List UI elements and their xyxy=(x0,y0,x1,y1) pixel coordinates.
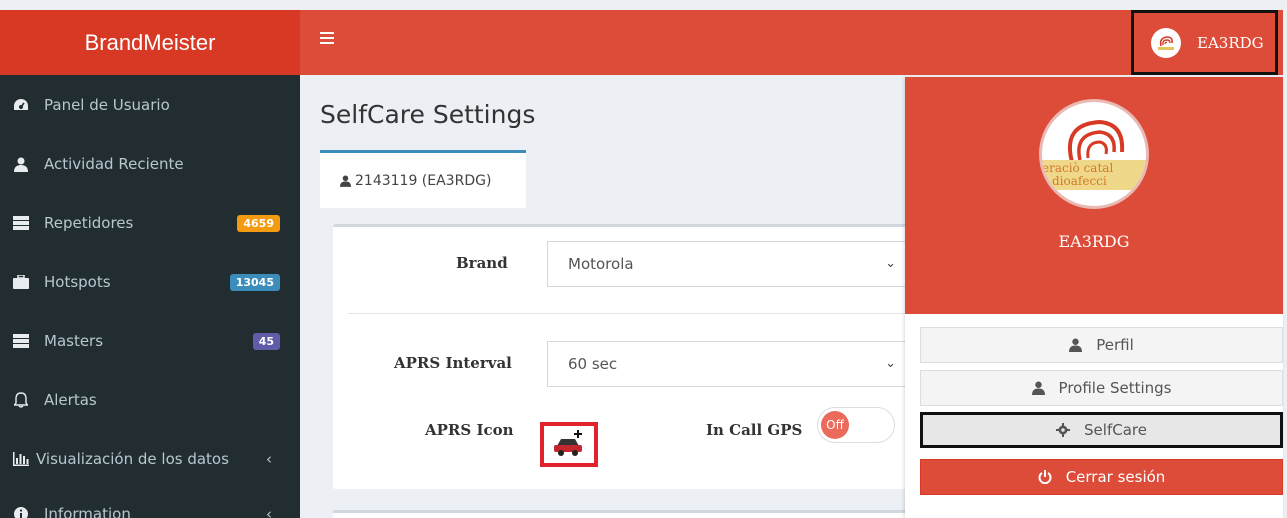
aprs-interval-label: APRS Interval xyxy=(394,354,512,372)
aprs-icon-picker[interactable] xyxy=(540,422,598,467)
car-icon xyxy=(551,428,587,462)
brand-label: Brand xyxy=(456,254,508,272)
sidebar-item-label: Repetidores xyxy=(44,214,134,232)
menu-label: Profile Settings xyxy=(1058,379,1172,397)
user-menu-toggle[interactable]: EA3RDG xyxy=(1131,10,1278,75)
brand-select[interactable]: Motorola ⌄ xyxy=(547,241,907,287)
power-icon xyxy=(1038,470,1052,484)
user-icon xyxy=(1031,381,1045,395)
aprs-interval-select[interactable]: 60 sec ⌄ xyxy=(547,341,907,387)
sidebar-item-alertas[interactable]: Alertas xyxy=(0,380,300,420)
sidebar-item-actividad-reciente[interactable]: Actividad Reciente xyxy=(0,144,300,184)
chevron-down-icon: ⌄ xyxy=(885,256,896,271)
info-icon xyxy=(12,506,30,518)
in-call-gps-label: In Call GPS xyxy=(706,421,803,439)
chevron-down-icon: ⌄ xyxy=(885,356,896,371)
bell-icon xyxy=(12,392,30,408)
dashboard-icon xyxy=(12,97,30,113)
sidebar-item-visualizacion[interactable]: Visualización de los datos ‹ xyxy=(0,439,300,479)
sidebar-item-label: Alertas xyxy=(44,391,97,409)
menu-label: Perfil xyxy=(1096,336,1134,354)
sidebar-item-label: Hotspots xyxy=(44,273,111,291)
gear-icon xyxy=(1056,423,1071,437)
count-badge: 4659 xyxy=(237,214,280,232)
brand-select-value: Motorola xyxy=(568,255,634,273)
sidebar-item-label: Visualización de los datos xyxy=(36,450,229,468)
chevron-left-icon: ‹ xyxy=(266,505,272,518)
logout-button[interactable]: Cerrar sesión xyxy=(920,459,1283,495)
chevron-left-icon: ‹ xyxy=(266,450,272,468)
in-call-gps-toggle[interactable]: Off xyxy=(817,407,895,443)
aprs-interval-value: 60 sec xyxy=(568,355,618,373)
tab-label: 2143119 (EA3RDG) xyxy=(355,172,492,189)
briefcase-icon xyxy=(12,274,30,290)
user-icon xyxy=(340,175,351,187)
tab-account[interactable]: 2143119 (EA3RDG) xyxy=(320,150,526,208)
server-icon xyxy=(12,333,30,349)
page-title: SelfCare Settings xyxy=(320,100,536,129)
user-icon xyxy=(12,156,30,172)
avatar xyxy=(1151,27,1181,58)
sidebar-item-repetidores[interactable]: Repetidores 4659 xyxy=(0,203,300,243)
avatar-text: dioafecci xyxy=(1052,174,1107,188)
sidebar-item-panel-usuario[interactable]: Panel de Usuario xyxy=(0,85,300,125)
user-icon xyxy=(1069,338,1083,352)
toggle-state: Off xyxy=(821,411,849,439)
top-navbar: EA3RDG xyxy=(300,10,1283,75)
count-badge: 45 xyxy=(252,332,280,350)
divider xyxy=(348,313,908,314)
sidebar-item-label: Actividad Reciente xyxy=(44,155,184,173)
avatar-large: eraciò catal dioafecci xyxy=(1039,99,1149,209)
menu-label: Cerrar sesión xyxy=(1065,468,1166,486)
sidebar-item-label: Information xyxy=(44,505,131,518)
hamburger-menu-icon[interactable] xyxy=(320,32,334,44)
server-icon xyxy=(12,215,30,231)
sidebar-item-hotspots[interactable]: Hotspots 13045 xyxy=(0,262,300,302)
sidebar-item-label: Panel de Usuario xyxy=(44,96,170,114)
perfil-button[interactable]: Perfil xyxy=(920,327,1283,363)
sidebar-item-information[interactable]: Information ‹ xyxy=(0,494,300,518)
settings-card-secondary xyxy=(333,510,913,518)
bar-chart-icon xyxy=(12,451,30,467)
count-badge: 13045 xyxy=(229,273,280,291)
user-header: eraciò catal dioafecci EA3RDG xyxy=(905,77,1283,314)
dropdown-username: EA3RDG xyxy=(1058,232,1130,251)
aprs-icon-label: APRS Icon xyxy=(425,421,514,439)
username-label: EA3RDG xyxy=(1197,33,1264,52)
menu-label: SelfCare xyxy=(1084,421,1147,439)
profile-settings-button[interactable]: Profile Settings xyxy=(920,370,1283,406)
brand-logo[interactable]: BrandMeister xyxy=(0,10,300,75)
selfcare-button[interactable]: SelfCare xyxy=(920,412,1283,448)
user-dropdown-menu: eraciò catal dioafecci EA3RDG Perfil Pro… xyxy=(905,77,1283,518)
sidebar-item-masters[interactable]: Masters 45 xyxy=(0,321,300,361)
sidebar-item-label: Masters xyxy=(44,332,104,350)
